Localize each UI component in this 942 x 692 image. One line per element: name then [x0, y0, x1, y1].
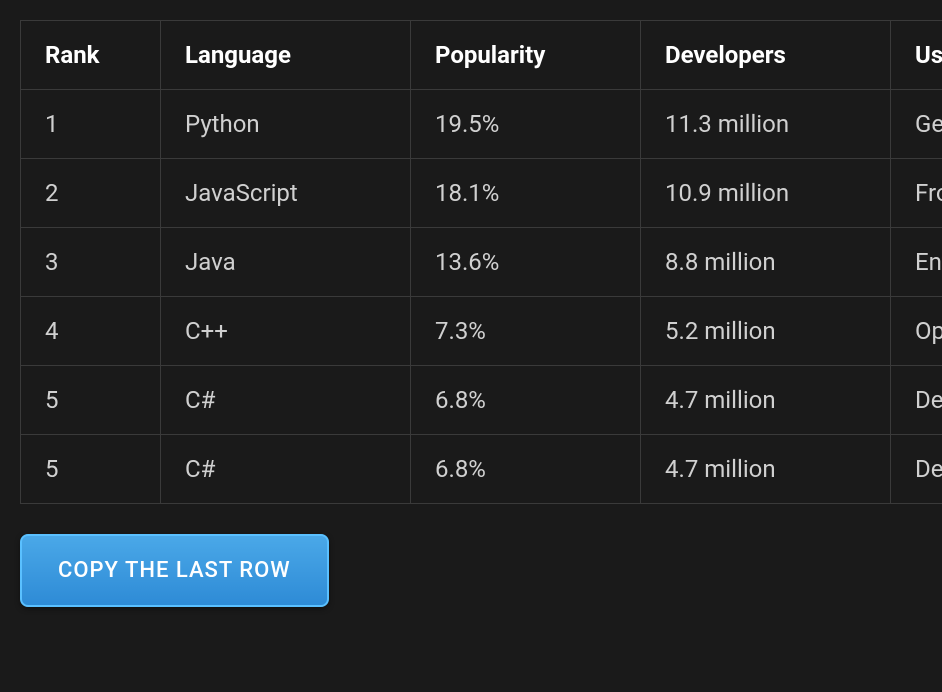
cell-developers: 4.7 million — [641, 366, 891, 435]
cell-popularity: 19.5% — [411, 90, 641, 159]
cell-developers: 10.9 million — [641, 159, 891, 228]
table-row: 5 C# 6.8% 4.7 million Desktop — [21, 435, 942, 504]
table-row: 1 Python 19.5% 11.3 million General — [21, 90, 942, 159]
cell-rank: 5 — [21, 366, 161, 435]
header-rank: Rank — [21, 21, 161, 90]
cell-use-case: Enterprise — [891, 228, 942, 297]
cell-use-case: Front-end — [891, 159, 942, 228]
cell-developers: 11.3 million — [641, 90, 891, 159]
cell-use-case: Desktop — [891, 435, 942, 504]
cell-rank: 2 — [21, 159, 161, 228]
cell-language: C# — [161, 366, 411, 435]
cell-popularity: 7.3% — [411, 297, 641, 366]
cell-rank: 1 — [21, 90, 161, 159]
cell-rank: 5 — [21, 435, 161, 504]
cell-developers: 5.2 million — [641, 297, 891, 366]
cell-popularity: 6.8% — [411, 435, 641, 504]
cell-language: Python — [161, 90, 411, 159]
header-popularity: Popularity — [411, 21, 641, 90]
cell-use-case: Operating — [891, 297, 942, 366]
cell-use-case: General — [891, 90, 942, 159]
header-developers: Developers — [641, 21, 891, 90]
cell-popularity: 6.8% — [411, 366, 641, 435]
cell-language: C++ — [161, 297, 411, 366]
cell-language: JavaScript — [161, 159, 411, 228]
table-row: 3 Java 13.6% 8.8 million Enterprise — [21, 228, 942, 297]
table-header-row: Rank Language Popularity Developers Use … — [21, 21, 942, 90]
header-use-case: Use Case — [891, 21, 942, 90]
table-row: 5 C# 6.8% 4.7 million Desktop — [21, 366, 942, 435]
table-row: 4 C++ 7.3% 5.2 million Operating — [21, 297, 942, 366]
cell-language: C# — [161, 435, 411, 504]
cell-use-case: Desktop — [891, 366, 942, 435]
table-row: 2 JavaScript 18.1% 10.9 million Front-en… — [21, 159, 942, 228]
cell-popularity: 18.1% — [411, 159, 641, 228]
cell-popularity: 13.6% — [411, 228, 641, 297]
languages-table: Rank Language Popularity Developers Use … — [20, 20, 942, 504]
cell-rank: 4 — [21, 297, 161, 366]
header-language: Language — [161, 21, 411, 90]
copy-last-row-button[interactable]: COPY THE LAST ROW — [20, 534, 329, 607]
cell-developers: 8.8 million — [641, 228, 891, 297]
cell-language: Java — [161, 228, 411, 297]
cell-developers: 4.7 million — [641, 435, 891, 504]
cell-rank: 3 — [21, 228, 161, 297]
